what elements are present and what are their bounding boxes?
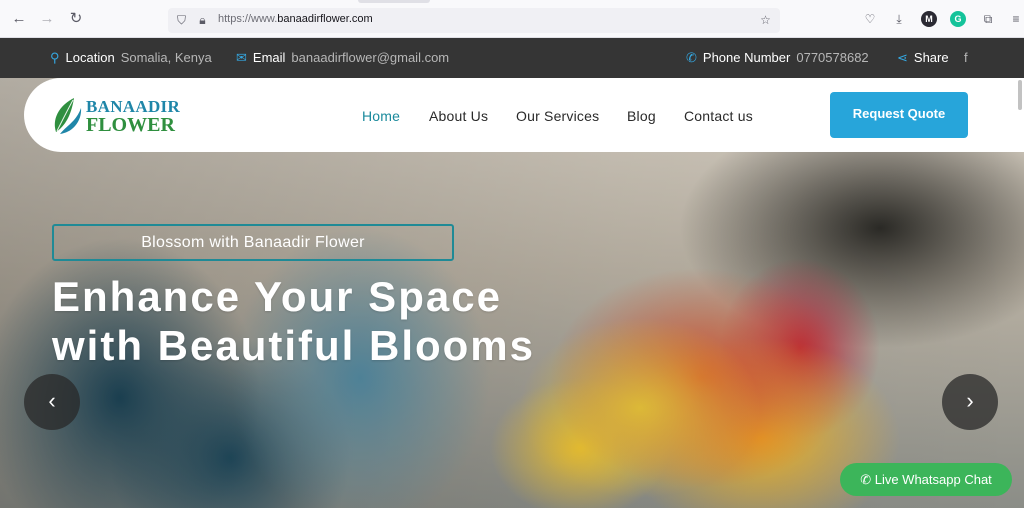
share-label: Share <box>913 50 949 65</box>
hero-title-line-1: Enhance Your Space <box>52 273 502 320</box>
phone-icon: ✆ <box>686 50 697 65</box>
back-icon[interactable]: ← <box>10 10 28 28</box>
download-icon[interactable]: ⤓ <box>891 11 907 27</box>
location-value: Somalia, Kenya <box>120 50 212 65</box>
share-button[interactable]: ⋖ Share <box>897 50 949 66</box>
share-icon: ⋖ <box>897 50 908 65</box>
active-tab-indicator <box>358 0 430 3</box>
email-label: Email <box>252 50 286 65</box>
hero-title: Enhance Your Space with Beautiful Blooms <box>52 272 535 370</box>
email-value[interactable]: banaadirflower@gmail.com <box>291 50 449 65</box>
slider-prev-button[interactable]: ‹ <box>24 374 80 430</box>
pocket-icon[interactable]: ♡ <box>862 11 878 27</box>
whatsapp-label: Live Whatsapp Chat <box>874 472 992 487</box>
nav-blog[interactable]: Blog <box>627 108 656 124</box>
lock-icon[interactable]: 🔒︎ <box>195 13 210 28</box>
shield-icon[interactable]: ⛉ <box>174 13 189 28</box>
url-text[interactable]: https://www.banaadirflower.com <box>218 13 373 25</box>
address-bar[interactable]: ⛉ 🔒︎ https://www.banaadirflower.com ☆ <box>168 8 780 33</box>
nav-home[interactable]: Home <box>362 108 400 124</box>
phone-label: Phone Number <box>702 50 791 65</box>
whatsapp-chat-button[interactable]: ✆ Live Whatsapp Chat <box>840 463 1012 496</box>
top-info-bar: ⚲ Location Somalia, Kenya ✉ Email banaadirfl… <box>0 38 1024 78</box>
map-pin-icon: ⚲ <box>50 50 60 65</box>
logo-text: BANAADIR FLOWER <box>86 98 180 136</box>
extensions-icon[interactable]: ⧉ <box>980 11 996 27</box>
reload-icon[interactable]: ↻ <box>67 10 85 28</box>
envelope-icon: ✉ <box>236 50 247 65</box>
location-label: Location <box>65 50 115 65</box>
nav-about-us[interactable]: About Us <box>429 108 488 124</box>
account-icon[interactable]: M <box>921 11 937 27</box>
nav-contact-us[interactable]: Contact us <box>684 108 753 124</box>
browser-toolbar: ← → ↻ ⛉ 🔒︎ https://www.banaadirflower.co… <box>0 0 1024 38</box>
grammarly-icon[interactable]: G <box>950 11 966 27</box>
menu-icon[interactable]: ≡ <box>1008 11 1024 27</box>
email-info: ✉ Email banaadirflower@gmail.com <box>236 50 449 66</box>
request-quote-button[interactable]: Request Quote <box>830 92 968 138</box>
phone-info: ✆ Phone Number 0770578682 <box>686 50 869 66</box>
nav-our-services[interactable]: Our Services <box>516 108 599 124</box>
slider-next-button[interactable]: › <box>942 374 998 430</box>
forward-icon[interactable]: → <box>38 10 56 28</box>
page-scrollbar[interactable] <box>1018 80 1022 110</box>
hero-tagline: Blossom with Banaadir Flower <box>52 224 454 261</box>
facebook-icon[interactable]: f <box>964 50 968 65</box>
location-info: ⚲ Location Somalia, Kenya <box>50 50 212 66</box>
whatsapp-icon: ✆ <box>860 472 875 487</box>
phone-value[interactable]: 0770578682 <box>796 50 868 65</box>
logo-line-2: FLOWER <box>86 114 175 136</box>
leaf-logo-icon <box>54 98 82 134</box>
site-header: BANAADIR FLOWER Home About Us Our Servic… <box>24 78 1024 152</box>
hero-title-line-2: with Beautiful Blooms <box>52 322 535 369</box>
star-icon[interactable]: ☆ <box>758 13 773 28</box>
site-logo[interactable]: BANAADIR FLOWER <box>52 96 182 136</box>
